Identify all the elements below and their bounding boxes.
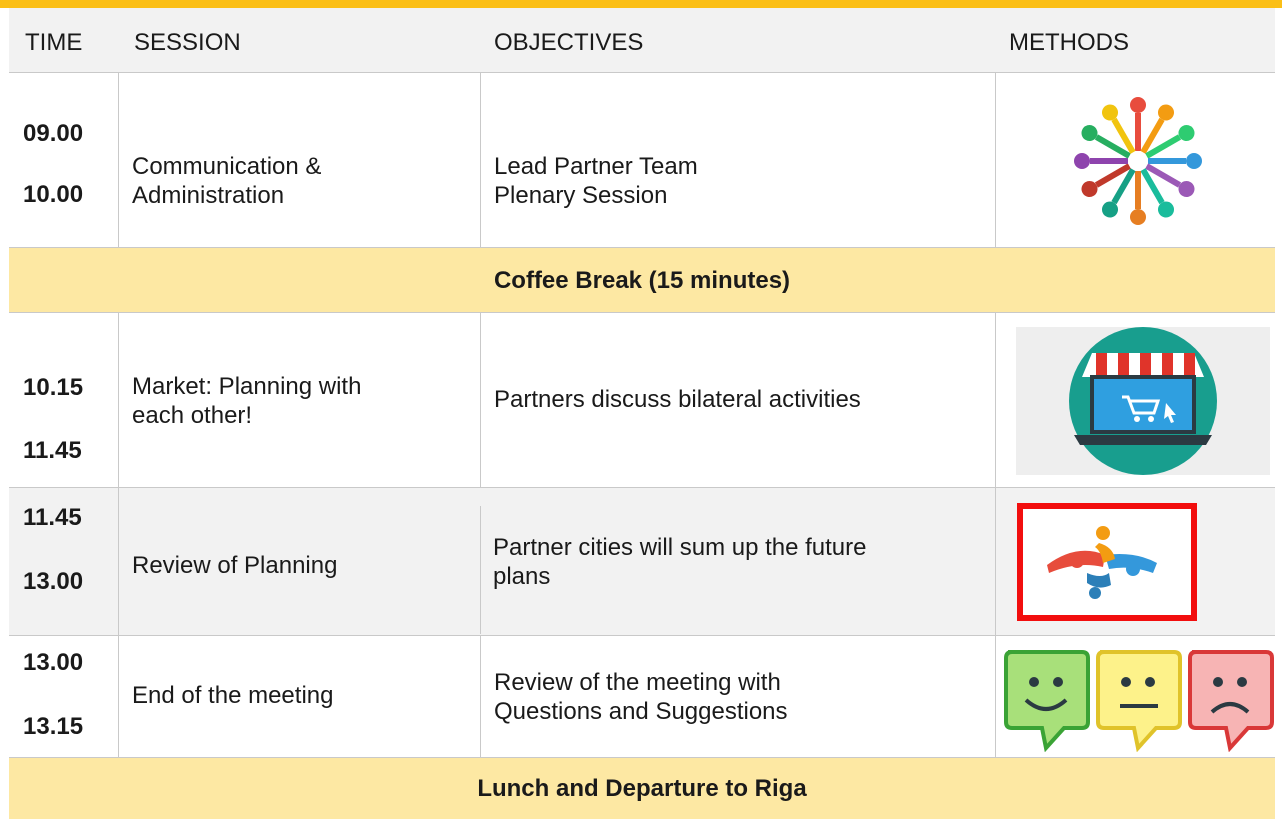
objectives-text: Lead Partner Team Plenary Session	[494, 153, 698, 209]
feedback-faces-icon	[1004, 650, 1274, 752]
start-time: 10.15	[23, 374, 84, 401]
objectives-text: Review of the meeting with Questions and…	[494, 669, 788, 725]
lunch-break-row: Lunch and Departure to Riga	[9, 758, 1275, 819]
session-title: Review of Planning	[132, 552, 338, 579]
header-time: TIME	[25, 29, 83, 56]
people-circle-icon	[1074, 97, 1202, 225]
teamwork-puzzle-icon	[1017, 503, 1197, 621]
online-shop-icon	[1016, 327, 1270, 475]
objectives-text: Partners discuss bilateral activities	[494, 386, 861, 413]
start-time: 11.45	[23, 504, 82, 531]
table-header-row: TIME SESSION OBJECTIVES METHODS	[9, 8, 1275, 73]
session-title: Market: Planning with each other!	[132, 373, 362, 429]
top-accent-bar	[0, 0, 1282, 8]
session-title: Communication & Administration	[132, 153, 322, 209]
coffee-break-label: Coffee Break (15 minutes)	[493, 267, 791, 294]
lunch-departure-label: Lunch and Departure to Riga	[477, 775, 807, 802]
header-session: SESSION	[134, 29, 241, 56]
objectives-text: Partner cities will sum up the future pl…	[493, 534, 867, 590]
end-time: 11.45	[23, 437, 82, 464]
table-row: 09.00 10.00 Communication & Administrati…	[9, 73, 1275, 248]
table-row: 10.15 11.45 Market: Planning with each o…	[9, 313, 1275, 488]
start-time: 13.00	[23, 649, 84, 676]
end-time: 13.00	[23, 568, 84, 595]
start-time: 09.00	[23, 120, 84, 147]
agenda-table: TIME SESSION OBJECTIVES METHODS 09.00 10…	[9, 8, 1275, 819]
end-time: 13.15	[23, 713, 84, 740]
header-methods: METHODS	[1009, 29, 1129, 56]
table-row: 13.00 13.15 End of the meeting Review of…	[9, 636, 1275, 758]
header-objectives: OBJECTIVES	[494, 29, 644, 56]
end-time: 10.00	[23, 181, 84, 208]
coffee-break-row: Coffee Break (15 minutes)	[9, 248, 1275, 313]
session-title: End of the meeting	[132, 682, 334, 709]
table-row: 11.45 13.00 Review of Planning Partner c…	[9, 488, 1275, 636]
